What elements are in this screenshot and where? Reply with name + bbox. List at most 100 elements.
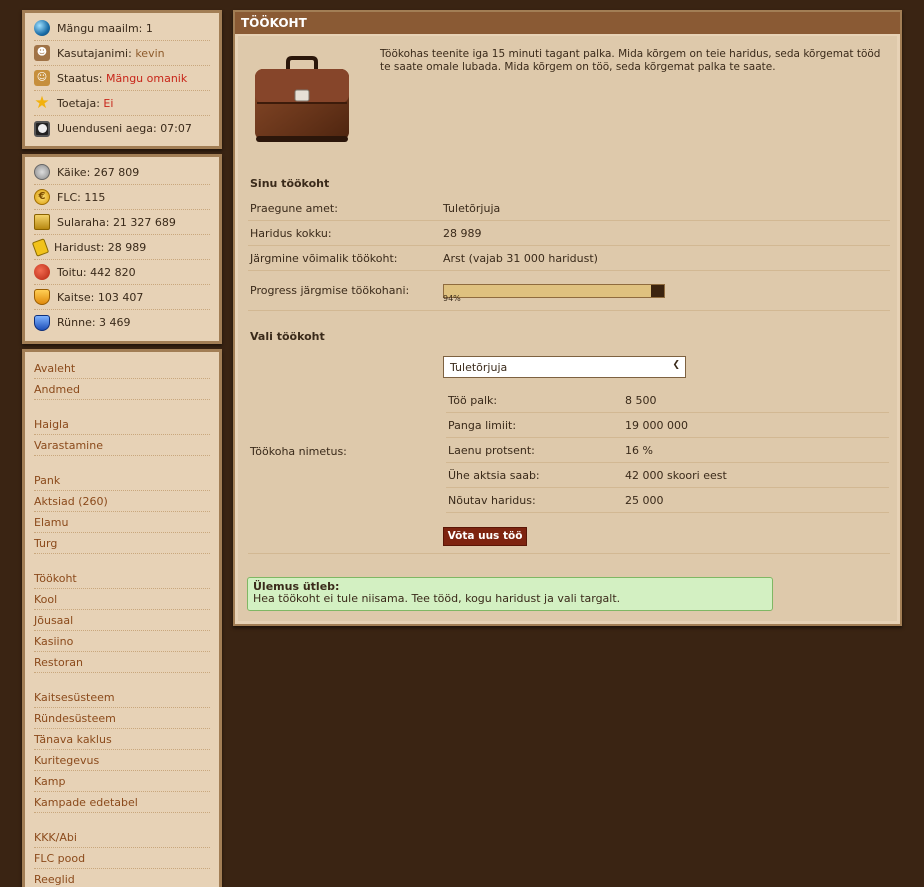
boss-notice: Ülemus ütleb: Hea töökoht ei tule niisam…	[247, 577, 773, 611]
defense-row: Kaitse: 103 407	[34, 285, 210, 310]
nav-andmed[interactable]: Andmed	[34, 379, 210, 400]
nav-kool[interactable]: Kool	[34, 589, 210, 610]
nav-rundesusteem[interactable]: Ründesüsteem	[34, 708, 210, 729]
bank-limit-row: Panga limiit: 19 000 000	[446, 413, 889, 438]
shield-blue-icon	[34, 314, 50, 331]
attack-label: Rünne:	[57, 316, 96, 329]
cash-label: Sularaha:	[57, 215, 110, 229]
coin-icon: €	[34, 189, 50, 205]
player-info-panel: Mängu maailm: 1 ☻ Kasutajanimi: kevin ☺ …	[22, 10, 222, 149]
progress-label: Progress järgmise töökohani:	[250, 284, 410, 297]
shield-orange-icon	[34, 289, 50, 305]
update-row: Uuenduseni aega: 07:07	[34, 116, 210, 141]
your-job-heading: Sinu töökoht	[250, 177, 330, 190]
nav-restoran[interactable]: Restoran	[34, 652, 210, 673]
nav-tookoht[interactable]: Töökoht	[34, 568, 210, 589]
next-job-value: Arst (vajab 31 000 haridust)	[443, 251, 598, 265]
nav-reeglid[interactable]: Reeglid	[34, 869, 210, 887]
group-icon: ☺	[34, 70, 50, 86]
education-row: Haridust: 28 989	[31, 235, 210, 260]
moves-label: Käike:	[57, 165, 91, 179]
share-value: 42 000 skoori eest	[625, 468, 727, 482]
job-name-label: Töökoha nimetus:	[250, 445, 347, 458]
book-icon	[31, 237, 50, 257]
required-education-value: 25 000	[625, 493, 664, 507]
progress-percent: 94%	[443, 294, 461, 303]
chevron-down-icon: ❮	[672, 360, 680, 370]
world-label: Mängu maailm:	[57, 21, 143, 35]
education-total-label: Haridus kokku:	[250, 226, 332, 240]
nav-aktsiad[interactable]: Aktsiad (260)	[34, 491, 210, 512]
world-row: Mängu maailm: 1	[34, 16, 210, 41]
divider	[248, 553, 890, 554]
nav-kamp[interactable]: Kamp	[34, 771, 210, 792]
nav-kkk-abi[interactable]: KKK/Abi	[34, 827, 210, 848]
page-title: TÖÖKOHT	[235, 12, 900, 34]
clock-icon	[34, 120, 50, 137]
salary-row: Töö palk: 8 500	[446, 388, 889, 413]
status-row: ☺ Staatus: Mängu omanik	[34, 66, 210, 91]
supporter-row: ★ Toetaja: Ei	[34, 91, 210, 116]
education-total-row: Haridus kokku: 28 989	[248, 221, 890, 246]
flc-label: FLC:	[57, 190, 81, 204]
supporter-value: Ei	[103, 96, 114, 110]
nav-kampade-edetabel[interactable]: Kampade edetabel	[34, 792, 210, 813]
user-icon: ☻	[34, 45, 50, 61]
job-intro-text: Töökohas teenite iga 15 minuti tagant pa…	[380, 48, 881, 73]
user-row: ☻ Kasutajanimi: kevin	[34, 41, 210, 66]
progress-fill	[444, 284, 651, 297]
attack-row: Rünne: 3 469	[34, 310, 210, 335]
cash-icon	[34, 214, 50, 230]
nav-haigla[interactable]: Haigla	[34, 414, 210, 435]
nav-varastamine[interactable]: Varastamine	[34, 435, 210, 456]
moves-value: 267 809	[93, 165, 140, 179]
food-label: Toitu:	[57, 265, 87, 279]
share-row: Ühe aktsia saab: 42 000 skoori eest	[446, 463, 889, 488]
loan-percent-label: Laenu protsent:	[448, 443, 535, 457]
job-content: Töökohas teenite iga 15 minuti tagant pa…	[238, 36, 897, 621]
bank-limit-label: Panga limiit:	[448, 418, 517, 432]
nav-kuritegevus[interactable]: Kuritegevus	[34, 750, 210, 771]
nav-flc-pood[interactable]: FLC pood	[34, 848, 210, 869]
progress-bar	[443, 283, 665, 298]
job-select-value: Tuletõrjuja	[450, 360, 508, 374]
next-job-row: Järgmine võimalik töökoht: Arst (vajab 3…	[248, 246, 890, 271]
required-education-label: Nõutav haridus:	[448, 493, 536, 507]
food-value: 442 820	[90, 265, 136, 279]
job-panel: TÖÖKOHT Töökohas teenite iga 15 minuti t…	[233, 10, 902, 626]
user-value[interactable]: kevin	[135, 47, 164, 60]
nav-avaleht[interactable]: Avaleht	[34, 358, 210, 379]
nav-pank[interactable]: Pank	[34, 470, 210, 491]
world-value: 1	[145, 21, 153, 35]
navigation-panel: Avaleht Andmed Haigla Varastamine Pank A…	[22, 349, 222, 887]
nav-turg[interactable]: Turg	[34, 533, 210, 554]
star-icon: ★	[34, 92, 50, 113]
moves-icon	[34, 164, 50, 180]
update-value: 07:07	[160, 122, 192, 135]
user-label: Kasutajanimi:	[57, 46, 132, 60]
nav-kaitsesusteem[interactable]: Kaitsesüsteem	[34, 687, 210, 708]
status-value: Mängu omanik	[106, 71, 188, 85]
nav-jousaal[interactable]: Jõusaal	[34, 610, 210, 631]
job-select[interactable]: Tuletõrjuja ❮	[443, 356, 686, 378]
nav-elamu[interactable]: Elamu	[34, 512, 210, 533]
cash-row: Sularaha: 21 327 689	[34, 210, 210, 235]
defense-value: 103 407	[97, 290, 144, 304]
current-job-row: Praegune amet: Tuletõrjuja	[248, 196, 890, 221]
required-education-row: Nõutav haridus: 25 000	[446, 488, 889, 513]
attack-value: 3 469	[99, 316, 131, 329]
education-total-value: 28 989	[443, 226, 482, 240]
education-label: Haridust:	[54, 240, 105, 254]
nav-tanava-kaklus[interactable]: Tänava kaklus	[34, 729, 210, 750]
flc-value: 115	[84, 190, 106, 204]
choose-job-heading: Vali töökoht	[250, 330, 325, 343]
share-label: Ühe aktsia saab:	[448, 468, 540, 482]
stats-panel: Käike: 267 809 € FLC: 115 Sularaha: 21 3…	[22, 154, 222, 344]
briefcase-icon	[255, 56, 349, 142]
nav-kasiino[interactable]: Kasiino	[34, 631, 210, 652]
food-icon	[34, 264, 50, 280]
take-new-job-button[interactable]: Võta uus töö	[443, 527, 527, 546]
supporter-label: Toetaja:	[57, 96, 100, 110]
next-job-label: Järgmine võimalik töökoht:	[250, 251, 398, 265]
status-label: Staatus:	[57, 71, 103, 85]
